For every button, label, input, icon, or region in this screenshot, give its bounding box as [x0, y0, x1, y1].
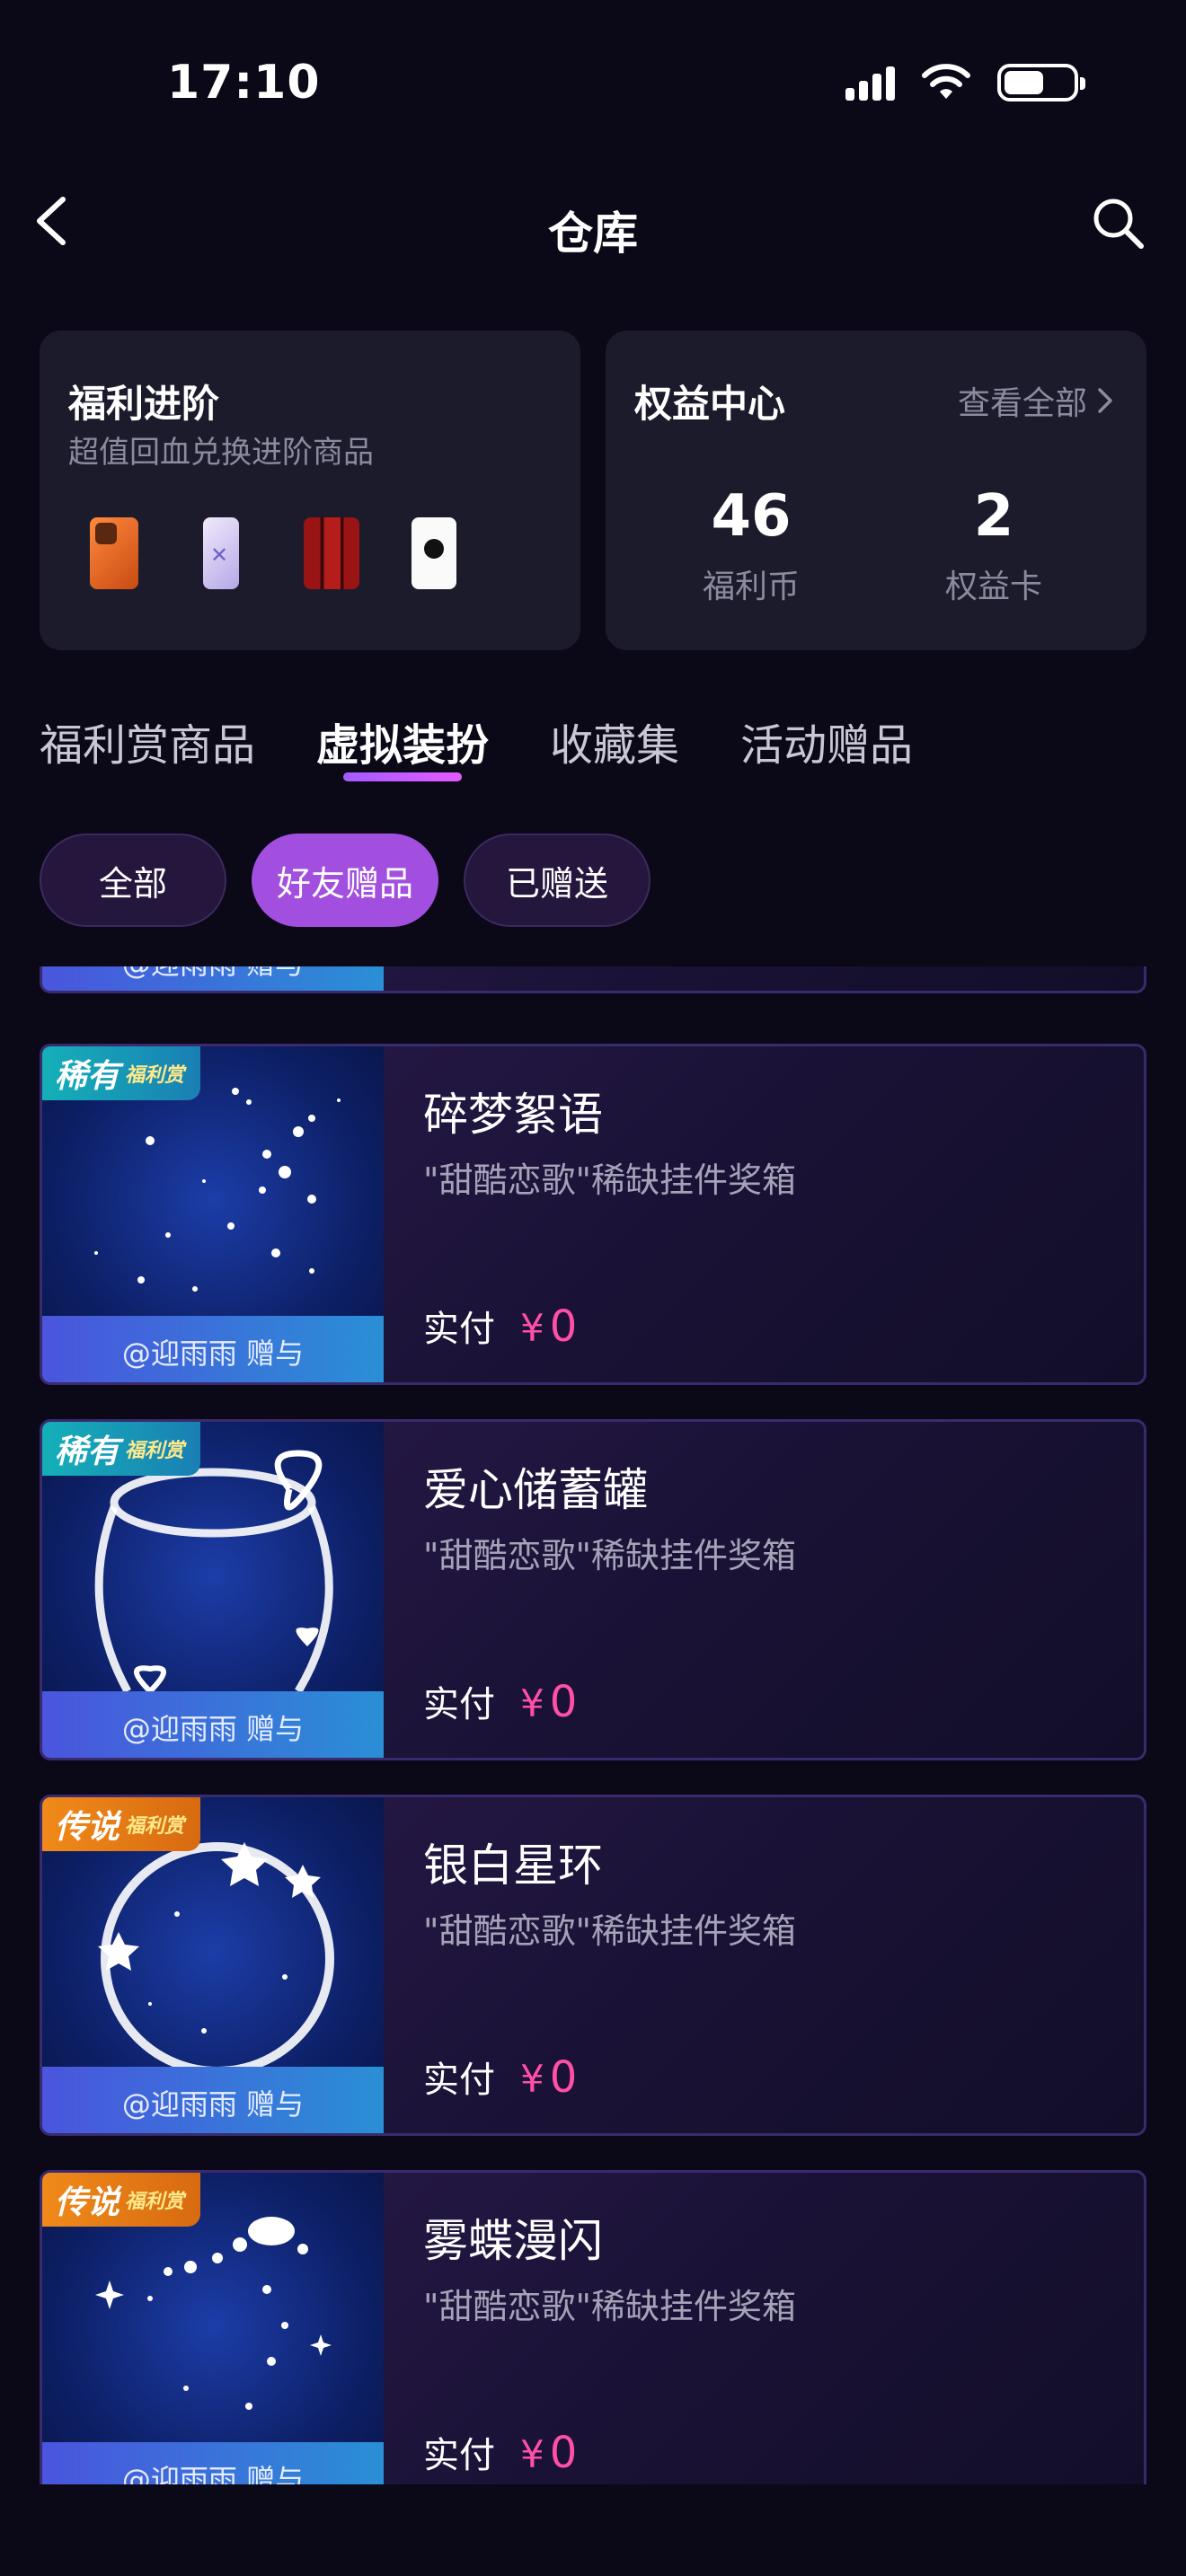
nav-bar: 仓库	[0, 171, 1186, 278]
phone-red-image	[304, 517, 359, 589]
rarity-badge: 稀有 福利赏	[42, 1422, 201, 1476]
item-name: 爱心储蓄罐	[423, 1464, 648, 1516]
stat-rights-cards[interactable]: 2 权益卡	[886, 483, 1102, 607]
item-name: 银白星环	[423, 1839, 603, 1892]
phone-lavender-image	[203, 517, 239, 589]
list-item[interactable]: 传说 福利赏 @迎雨雨 赠与 银白星环 "甜酷恋歌"稀缺挂件奖箱 实付 ¥0	[40, 1795, 1146, 2136]
price: ¥0	[520, 2428, 578, 2478]
rights-card-title: 权益中心	[634, 382, 786, 426]
stat-value: 2	[973, 483, 1014, 550]
list-item[interactable]: @迎雨雨 赠与	[40, 966, 1146, 993]
item-thumbnail: 稀有 福利赏 @迎雨雨 赠与	[42, 1046, 384, 1382]
tab-event-gifts[interactable]: 活动赠品	[740, 710, 913, 772]
payment-info: 实付 ¥0	[423, 2051, 577, 2103]
price: ¥0	[520, 2052, 578, 2103]
rarity-badge: 稀有 福利赏	[42, 1046, 201, 1100]
rights-center-card[interactable]: 权益中心 查看全部 46 福利币 2 权益卡	[606, 331, 1146, 650]
pay-label: 实付	[423, 1309, 495, 1350]
gifter-label: @迎雨雨 赠与	[42, 2067, 384, 2133]
item-description: "甜酷恋歌"稀缺挂件奖箱	[423, 1536, 796, 1575]
main-tabs: 福利赏商品 虚拟装扮 收藏集 活动赠品	[40, 710, 913, 781]
filter-chips: 全部 好友赠品 已赠送	[40, 834, 651, 927]
search-icon[interactable]	[1089, 194, 1146, 251]
item-name: 碎梦絮语	[423, 1089, 603, 1141]
product-thumbnails	[90, 517, 456, 589]
item-thumbnail: 稀有 福利赏 @迎雨雨 赠与	[42, 1422, 384, 1758]
cellular-signal-icon	[845, 65, 895, 101]
phone-orange-image	[90, 517, 138, 589]
status-time: 17:10	[167, 56, 321, 110]
wifi-icon	[922, 64, 970, 99]
rarity-badge: 传说 福利赏	[42, 2173, 201, 2227]
price: ¥0	[520, 1301, 578, 1352]
list-item[interactable]: 传说 福利赏 @迎雨雨 赠与 雾蝶漫闪 "甜酷恋歌"稀缺挂件奖箱 实付 ¥0	[40, 2170, 1146, 2484]
gifter-label: @迎雨雨 赠与	[42, 1316, 384, 1382]
tab-collections[interactable]: 收藏集	[550, 710, 679, 772]
filter-sent[interactable]: 已赠送	[464, 834, 651, 927]
gifter-label: @迎雨雨 赠与	[42, 1691, 384, 1758]
status-bar: 17:10	[0, 0, 1186, 162]
stat-label: 福利币	[702, 569, 800, 605]
item-description: "甜酷恋歌"稀缺挂件奖箱	[423, 2287, 796, 2326]
item-thumbnail: 传说 福利赏 @迎雨雨 赠与	[42, 2173, 384, 2484]
price: ¥0	[520, 1677, 578, 1727]
item-description: "甜酷恋歌"稀缺挂件奖箱	[423, 1911, 796, 1951]
payment-info: 实付 ¥0	[423, 1300, 577, 1352]
rarity-badge: 传说 福利赏	[42, 1797, 201, 1851]
gifter-label: @迎雨雨 赠与	[42, 2442, 384, 2484]
payment-info: 实付 ¥0	[423, 1675, 577, 1727]
chevron-right-icon	[1098, 388, 1112, 413]
welfare-card-title: 福利进阶	[68, 382, 220, 426]
pay-label: 实付	[423, 1684, 495, 1725]
tab-virtual-outfits[interactable]: 虚拟装扮	[316, 710, 489, 781]
view-all-label: 查看全部	[957, 385, 1087, 422]
pay-label: 实付	[423, 2060, 495, 2101]
item-name: 雾蝶漫闪	[423, 2215, 603, 2267]
welfare-advance-card[interactable]: 福利进阶 超值回血兑换进阶商品	[40, 331, 580, 650]
phone-white-image	[412, 517, 456, 589]
stat-welfare-coins[interactable]: 46 福利币	[643, 483, 859, 607]
list-item[interactable]: 稀有 福利赏 @迎雨雨 赠与 爱心储蓄罐 "甜酷恋歌"稀缺挂件奖箱 实付 ¥0	[40, 1419, 1146, 1760]
welfare-card-subtitle: 超值回血兑换进阶商品	[68, 435, 374, 471]
item-description: "甜酷恋歌"稀缺挂件奖箱	[423, 1160, 796, 1200]
page-title: 仓库	[548, 207, 638, 260]
tab-welfare-goods[interactable]: 福利赏商品	[40, 710, 255, 772]
status-icons	[845, 63, 1085, 102]
item-thumbnail: 传说 福利赏 @迎雨雨 赠与	[42, 1797, 384, 2133]
battery-icon	[997, 64, 1085, 101]
stat-label: 权益卡	[944, 569, 1042, 605]
stat-value: 46	[711, 483, 792, 550]
gift-list: @迎雨雨 赠与 稀有 福利赏 @迎雨雨 赠与 碎梦絮语 "甜酷恋歌"稀缺挂件	[0, 966, 1186, 2484]
filter-friend-gifts[interactable]: 好友赠品	[252, 834, 438, 927]
payment-info: 实付 ¥0	[423, 2426, 577, 2478]
pay-label: 实付	[423, 2435, 495, 2476]
list-item[interactable]: 稀有 福利赏 @迎雨雨 赠与 碎梦絮语 "甜酷恋歌"稀缺挂件奖箱 实付 ¥0	[40, 1044, 1146, 1385]
view-all-link[interactable]: 查看全部	[958, 377, 1114, 424]
filter-all[interactable]: 全部	[40, 834, 226, 927]
gifter-label: @迎雨雨 赠与	[42, 966, 384, 991]
